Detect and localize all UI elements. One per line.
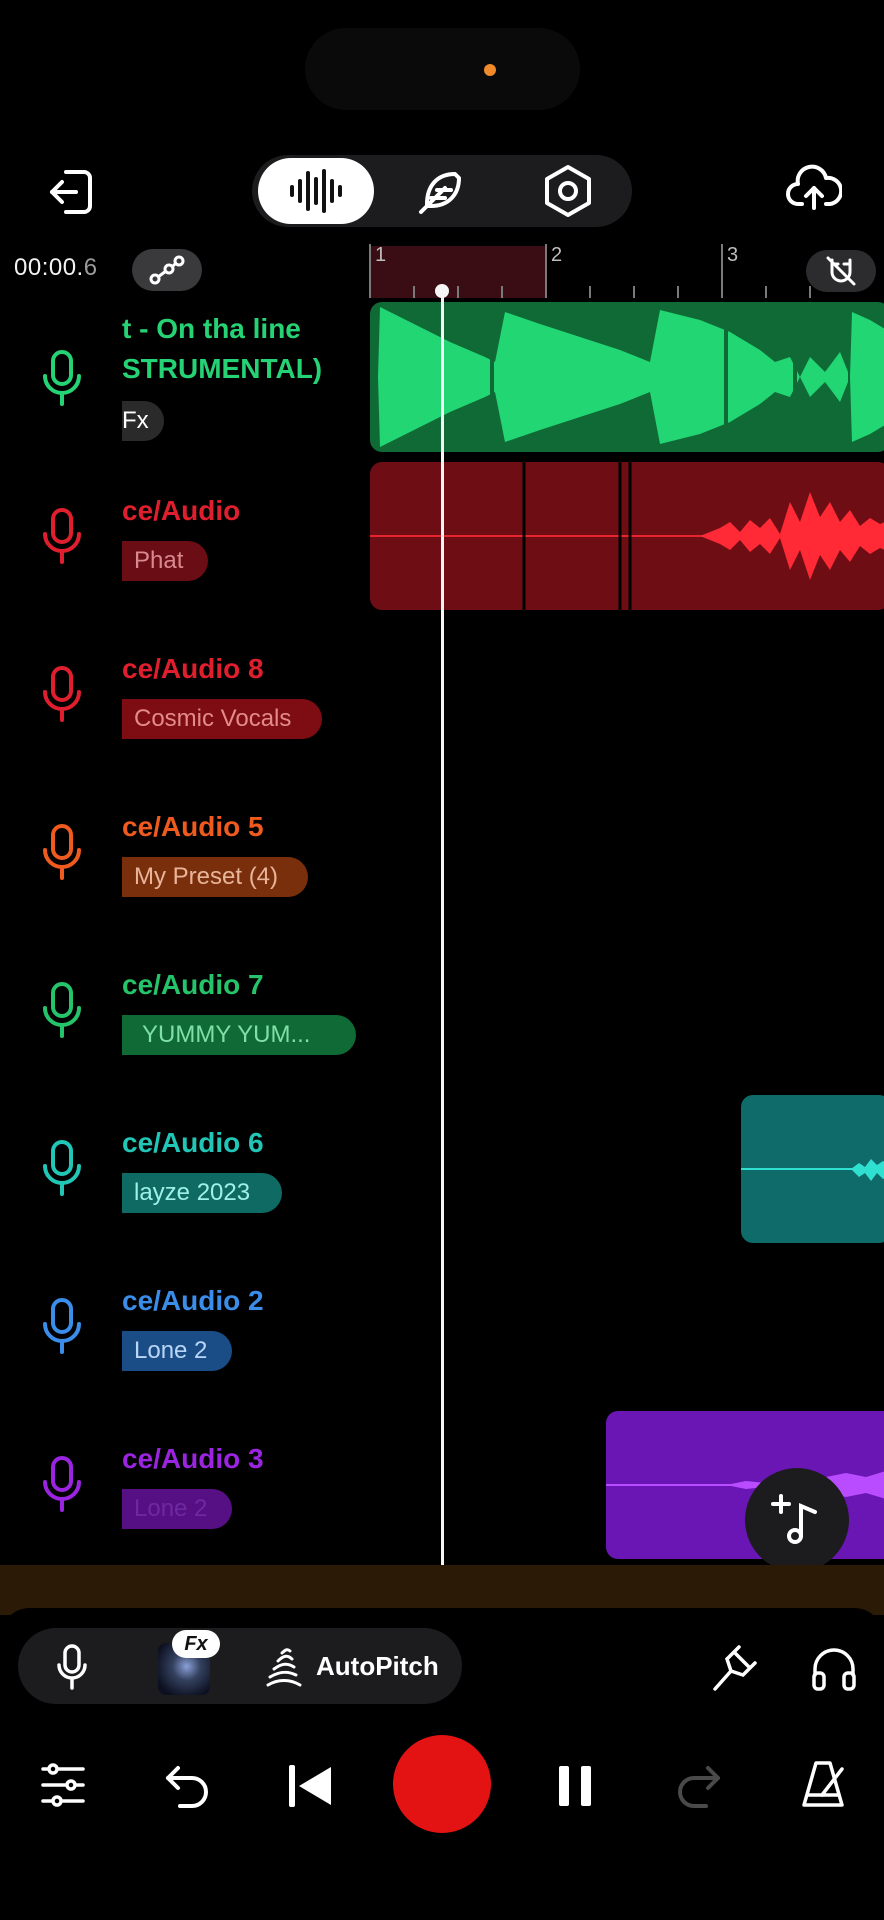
tuning-fork-icon[interactable]: [706, 1638, 762, 1698]
track-8-preset-badge[interactable]: Lone 2: [122, 1489, 232, 1529]
playhead-handle[interactable]: [435, 284, 449, 298]
track-1-fx-badge[interactable]: Fx: [122, 401, 164, 441]
track-4-name[interactable]: ce/Audio 5: [122, 811, 362, 843]
waveform-icon[interactable]: [276, 164, 356, 218]
time-fraction: 6: [83, 254, 98, 281]
track-6-waveform: [741, 1159, 884, 1181]
track-2-preset-badge[interactable]: Phat: [122, 541, 208, 581]
autopitch-label[interactable]: AutoPitch: [316, 1651, 439, 1682]
exit-arrow-icon[interactable]: [42, 164, 98, 220]
record-icon[interactable]: [393, 1735, 491, 1833]
headphones-icon[interactable]: [804, 1638, 864, 1698]
track-2-waveform: [370, 462, 884, 610]
ruler-number-3: 3: [727, 244, 739, 266]
track-4-preset-badge[interactable]: My Preset (4): [122, 857, 308, 897]
hex-nut-icon[interactable]: [536, 160, 600, 222]
track-6-preset-badge[interactable]: layze 2023: [122, 1173, 282, 1213]
track-6-clip[interactable]: [741, 1095, 884, 1243]
pause-icon[interactable]: [550, 1760, 600, 1812]
track-2-name[interactable]: ce/Audio: [122, 495, 362, 527]
skip-to-start-icon[interactable]: [282, 1758, 338, 1814]
track-8-name[interactable]: ce/Audio 3: [122, 1443, 362, 1475]
fx-badge[interactable]: Fx: [172, 1630, 220, 1658]
track-3-name[interactable]: ce/Audio 8: [122, 653, 362, 685]
track-1-mic-icon[interactable]: [40, 348, 84, 408]
feather-icon[interactable]: [405, 160, 475, 222]
add-music-track-icon[interactable]: [745, 1468, 849, 1572]
track-1-name-line2[interactable]: STRUMENTAL): [122, 353, 362, 385]
ruler-number-2: 2: [551, 244, 563, 266]
track-3-preset-badge[interactable]: Cosmic Vocals: [122, 699, 322, 739]
undo-icon[interactable]: [158, 1758, 216, 1812]
track-4-mic-icon[interactable]: [40, 822, 84, 882]
time-main: 00:00.: [14, 254, 84, 281]
track-5-name[interactable]: ce/Audio 7: [122, 969, 362, 1001]
cloud-upload-icon[interactable]: [784, 160, 844, 216]
track-6-mic-icon[interactable]: [40, 1138, 84, 1198]
autopitch-icon[interactable]: [262, 1642, 306, 1692]
automation-nodes-icon[interactable]: [132, 249, 202, 291]
track-5-mic-icon[interactable]: [40, 980, 84, 1040]
track-1-name-line1[interactable]: t - On tha line: [122, 313, 362, 345]
privacy-indicator: [484, 64, 496, 76]
playhead-line[interactable]: [441, 286, 444, 1612]
track-8-mic-icon[interactable]: [40, 1454, 84, 1514]
metronome-icon[interactable]: [794, 1756, 852, 1814]
track-1-waveform: [378, 302, 884, 452]
magnet-off-icon[interactable]: [806, 250, 876, 292]
track-3-mic-icon[interactable]: [40, 664, 84, 724]
track-5-preset-badge[interactable]: YUMMY YUM...: [122, 1015, 356, 1055]
track-7-name[interactable]: ce/Audio 2: [122, 1285, 362, 1317]
track-1-clip[interactable]: [370, 302, 884, 452]
time-readout: 00:00.6: [14, 254, 98, 282]
track-6-name[interactable]: ce/Audio 6: [122, 1127, 362, 1159]
track-7-preset-badge[interactable]: Lone 2: [122, 1331, 232, 1371]
track-7-mic-icon[interactable]: [40, 1296, 84, 1356]
microphone-icon[interactable]: [50, 1640, 94, 1694]
camera-notch: [305, 28, 580, 110]
track-2-clip[interactable]: [370, 462, 884, 610]
track-2-mic-icon[interactable]: [40, 506, 84, 566]
sliders-icon[interactable]: [36, 1758, 90, 1812]
redo-icon: [670, 1758, 728, 1812]
ruler-number-1: 1: [375, 244, 387, 266]
